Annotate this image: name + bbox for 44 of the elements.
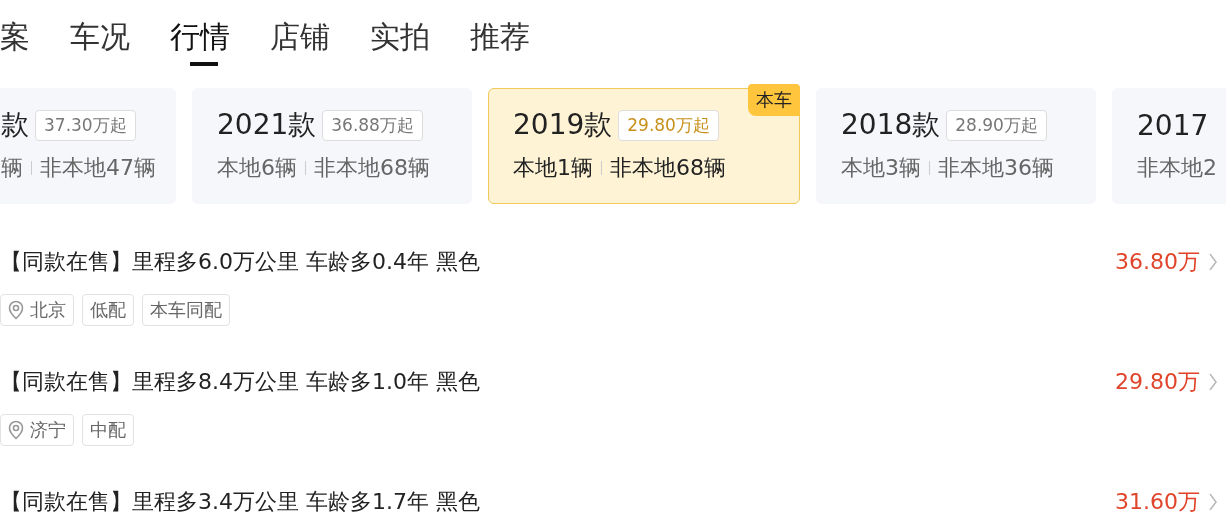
model-year-title: 2018款 <box>841 107 941 143</box>
tab[interactable]: 店铺 <box>270 14 330 66</box>
model-year-title: 2019款 <box>513 107 613 143</box>
price-tag: 28.90万起 <box>946 109 1047 141</box>
tab[interactable]: 案 <box>0 14 30 66</box>
tab[interactable]: 实拍 <box>370 14 430 66</box>
spec-tag: 本车同配 <box>142 294 230 326</box>
model-year-title: 2017 <box>1137 108 1209 142</box>
listing-title[interactable]: 【同款在售】里程多3.4万公里 车龄多1.7年 黑色 <box>0 488 480 516</box>
listing-price: 36.80万 <box>1115 248 1200 276</box>
nonlocal-count: 非本地47辆 <box>40 154 156 182</box>
spec-tag: 低配 <box>82 294 134 326</box>
listing-price: 31.60万 <box>1115 488 1200 516</box>
listing-price: 29.80万 <box>1115 368 1200 396</box>
model-year-card[interactable]: 2021款 36.88万起 本地6辆 非本地68辆 <box>192 88 472 204</box>
location-pin-icon <box>8 420 24 440</box>
nonlocal-count: 非本地68辆 <box>610 154 726 182</box>
model-year-title: 2021款 <box>217 107 317 143</box>
listing-title[interactable]: 【同款在售】里程多6.0万公里 车龄多0.4年 黑色 <box>0 248 480 276</box>
local-count: 辆 <box>1 154 23 182</box>
spec-tag: 中配 <box>82 414 134 446</box>
price-tag: 29.80万起 <box>618 109 719 141</box>
model-year-card[interactable]: 2018款 28.90万起 本地3辆 非本地36辆 <box>816 88 1096 204</box>
price-tag: 36.88万起 <box>322 109 423 141</box>
local-count: 本地3辆 <box>841 154 921 182</box>
current-car-badge: 本车 <box>748 84 800 116</box>
price-tag: 37.30万起 <box>35 109 136 141</box>
location-tag: 济宁 <box>0 414 74 446</box>
tab[interactable]: 车况 <box>70 14 130 66</box>
chevron-right-icon[interactable] <box>1208 252 1218 272</box>
location-pin-icon <box>8 300 24 320</box>
chevron-right-icon[interactable] <box>1208 372 1218 392</box>
model-year-card[interactable]: 2017 非本地2 <box>1112 88 1226 204</box>
nonlocal-count: 非本地2 <box>1137 154 1217 182</box>
chevron-right-icon[interactable] <box>1208 492 1218 512</box>
model-year-title: 款 <box>1 107 29 143</box>
nonlocal-count: 非本地68辆 <box>314 154 430 182</box>
model-year-card[interactable]: 款 37.30万起 辆 非本地47辆 <box>0 88 176 204</box>
nonlocal-count: 非本地36辆 <box>938 154 1054 182</box>
tab[interactable]: 推荐 <box>470 14 530 66</box>
local-count: 本地1辆 <box>513 154 593 182</box>
local-count: 本地6辆 <box>217 154 297 182</box>
listing-title[interactable]: 【同款在售】里程多8.4万公里 车龄多1.0年 黑色 <box>0 368 480 396</box>
location-tag: 北京 <box>0 294 74 326</box>
